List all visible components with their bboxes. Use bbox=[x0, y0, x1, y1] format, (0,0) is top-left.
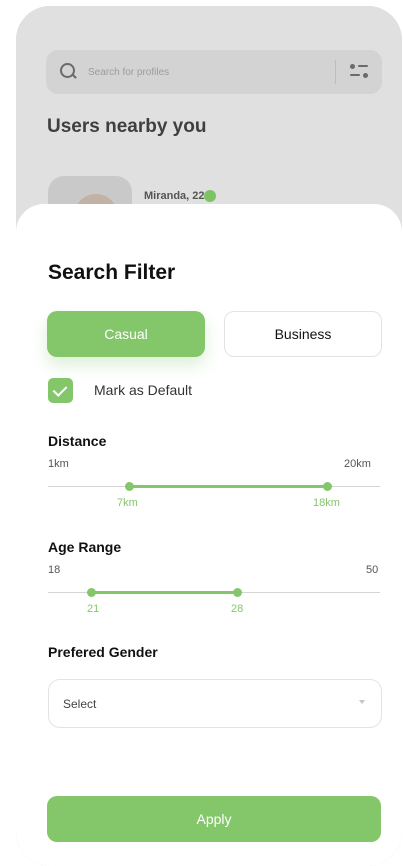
gender-select[interactable]: Select bbox=[48, 679, 382, 728]
user-name: Miranda, 22 bbox=[144, 190, 205, 202]
age-high-label: 28 bbox=[231, 603, 244, 615]
distance-max-label: 20km bbox=[344, 458, 371, 470]
search-bar: Search for profiles bbox=[46, 50, 382, 94]
sheet-title: Search Filter bbox=[48, 261, 176, 284]
gender-select-value: Select bbox=[63, 696, 97, 711]
nearby-title: Users nearby you bbox=[47, 116, 207, 137]
age-low-handle[interactable] bbox=[87, 588, 96, 597]
age-range-title: Age Range bbox=[48, 539, 122, 555]
age-low-label: 21 bbox=[87, 603, 100, 615]
distance-low-handle[interactable] bbox=[125, 482, 134, 491]
phone-frame: Search for profiles Users nearby you Mir… bbox=[16, 6, 402, 866]
distance-high-label: 18km bbox=[313, 497, 340, 509]
distance-high-handle[interactable] bbox=[323, 482, 332, 491]
distance-low-label: 7km bbox=[117, 497, 138, 509]
filter-sheet: Search Filter Casual Business Mark as De… bbox=[16, 204, 402, 866]
age-high-handle[interactable] bbox=[233, 588, 242, 597]
age-max-label: 50 bbox=[366, 564, 379, 576]
default-checkbox-label: Mark as Default bbox=[94, 382, 193, 398]
default-checkbox[interactable] bbox=[48, 378, 73, 403]
chevron-down-icon bbox=[359, 700, 365, 704]
distance-min-label: 1km bbox=[48, 458, 69, 470]
filter-icon bbox=[350, 64, 368, 80]
business-button[interactable]: Business bbox=[224, 311, 382, 357]
age-active-range bbox=[91, 591, 237, 594]
casual-button[interactable]: Casual bbox=[47, 311, 205, 357]
gender-title: Prefered Gender bbox=[48, 644, 158, 660]
search-placeholder: Search for profiles bbox=[88, 66, 170, 78]
age-min-label: 18 bbox=[48, 564, 61, 576]
search-divider bbox=[335, 60, 336, 84]
distance-active-range bbox=[129, 485, 327, 488]
search-icon bbox=[60, 63, 78, 81]
apply-button[interactable]: Apply bbox=[47, 796, 381, 842]
verified-icon bbox=[204, 190, 216, 202]
distance-title: Distance bbox=[48, 433, 107, 449]
